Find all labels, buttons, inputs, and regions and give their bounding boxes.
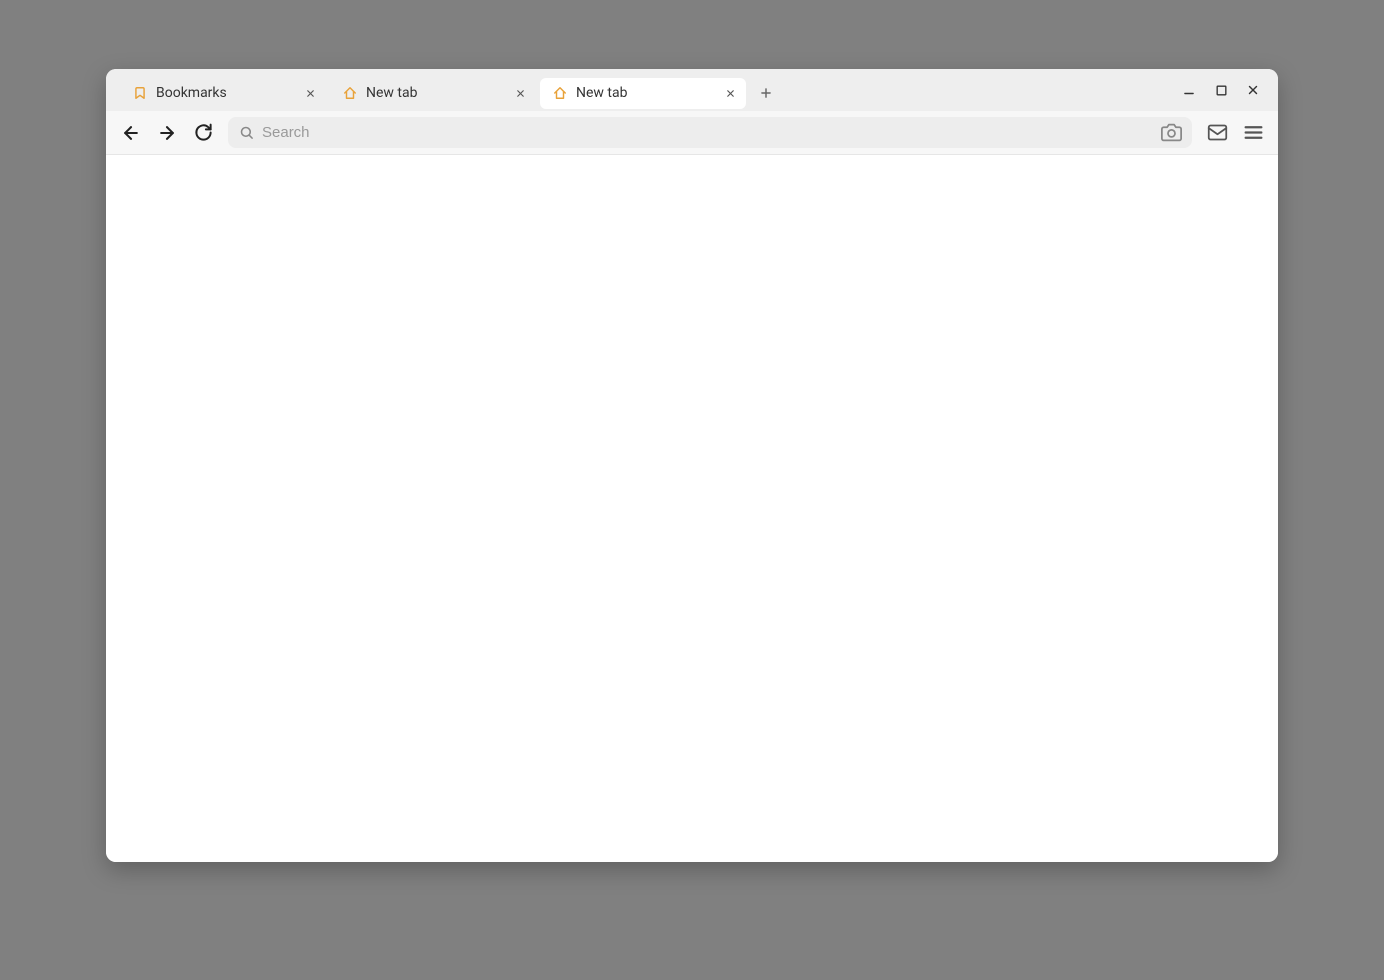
search-input[interactable]	[262, 124, 1152, 141]
back-button[interactable]	[120, 122, 142, 144]
tab-label: New tab	[366, 85, 504, 101]
toolbar-right	[1206, 122, 1264, 144]
maximize-button[interactable]	[1212, 81, 1230, 99]
close-icon[interactable]	[722, 85, 738, 101]
tab-new-2[interactable]: New tab	[540, 78, 746, 109]
content-area	[106, 155, 1278, 862]
home-icon	[552, 85, 568, 101]
mail-icon[interactable]	[1206, 122, 1228, 144]
camera-icon[interactable]	[1160, 122, 1182, 144]
forward-button[interactable]	[156, 122, 178, 144]
close-icon[interactable]	[512, 85, 528, 101]
window-controls	[1180, 81, 1268, 99]
new-tab-button[interactable]	[754, 81, 778, 105]
home-icon	[342, 85, 358, 101]
tab-label: Bookmarks	[156, 85, 294, 101]
menu-icon[interactable]	[1242, 122, 1264, 144]
browser-window: Bookmarks New tab New tab	[106, 69, 1278, 862]
tab-label: New tab	[576, 85, 714, 101]
toolbar	[106, 111, 1278, 155]
minimize-button[interactable]	[1180, 81, 1198, 99]
tab-bookmarks[interactable]: Bookmarks	[120, 78, 326, 109]
search-icon	[238, 125, 254, 141]
close-icon[interactable]	[302, 85, 318, 101]
close-window-button[interactable]	[1244, 81, 1262, 99]
address-bar[interactable]	[228, 117, 1192, 148]
reload-button[interactable]	[192, 122, 214, 144]
tab-strip: Bookmarks New tab New tab	[106, 69, 1278, 111]
bookmark-icon	[132, 85, 148, 101]
tab-new-1[interactable]: New tab	[330, 78, 536, 109]
